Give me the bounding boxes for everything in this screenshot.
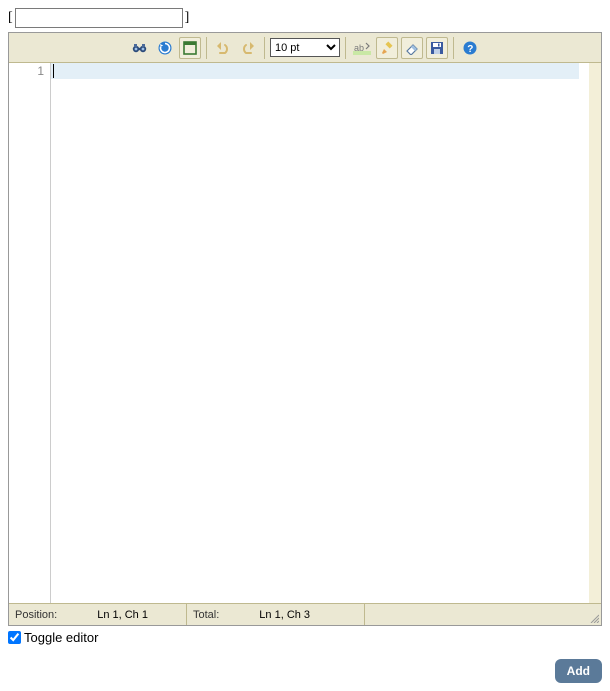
help-button[interactable]: ? [459, 37, 481, 59]
editor-frame: 10 pt ab [8, 32, 602, 626]
redo-icon [240, 41, 256, 55]
statusbar: Position: Ln 1, Ch 1 Total: Ln 1, Ch 3 [9, 603, 601, 625]
line-gutter: 1 [9, 63, 51, 603]
brush-button[interactable] [376, 37, 398, 59]
line-number: 1 [9, 63, 44, 79]
total-value: Ln 1, Ch 3 [259, 609, 310, 621]
toolbar: 10 pt ab [9, 33, 601, 63]
toolbar-separator [345, 37, 346, 59]
caret [53, 64, 54, 78]
floppy-icon [430, 41, 444, 55]
save-button[interactable] [426, 37, 448, 59]
toolbar-separator [264, 37, 265, 59]
eraser-button[interactable] [401, 37, 423, 59]
position-label: Position: [15, 609, 57, 621]
refresh-icon [157, 40, 173, 56]
total-label: Total: [193, 609, 219, 621]
current-line-highlight [51, 63, 579, 79]
undo-icon [215, 41, 231, 55]
help-icon: ? [462, 40, 478, 56]
binoculars-icon [132, 41, 148, 55]
fullscreen-button[interactable] [179, 37, 201, 59]
open-bracket: [ [8, 10, 13, 26]
toggle-editor-label[interactable]: Toggle editor [24, 630, 98, 645]
toggle-editor-checkbox[interactable] [8, 631, 21, 644]
ab-highlight-icon: ab [353, 41, 371, 55]
svg-text:?: ? [467, 44, 473, 55]
grip-icon [589, 613, 599, 623]
code-area[interactable] [51, 63, 589, 603]
title-input[interactable] [15, 8, 183, 28]
resize-grip[interactable] [587, 604, 601, 625]
find-button[interactable] [129, 37, 151, 59]
scrollbar-track[interactable] [589, 63, 601, 603]
close-bracket: ] [185, 10, 190, 26]
fullscreen-icon [183, 41, 197, 55]
font-size-select[interactable]: 10 pt [270, 38, 340, 57]
add-button[interactable]: Add [555, 659, 602, 683]
eraser-icon [405, 41, 419, 55]
toolbar-separator [206, 37, 207, 59]
refresh-button[interactable] [154, 37, 176, 59]
highlight-button[interactable]: ab [351, 37, 373, 59]
brush-icon [380, 41, 394, 55]
svg-text:ab: ab [354, 43, 364, 53]
redo-button[interactable] [237, 37, 259, 59]
toolbar-separator [453, 37, 454, 59]
position-value: Ln 1, Ch 1 [97, 609, 148, 621]
undo-button[interactable] [212, 37, 234, 59]
